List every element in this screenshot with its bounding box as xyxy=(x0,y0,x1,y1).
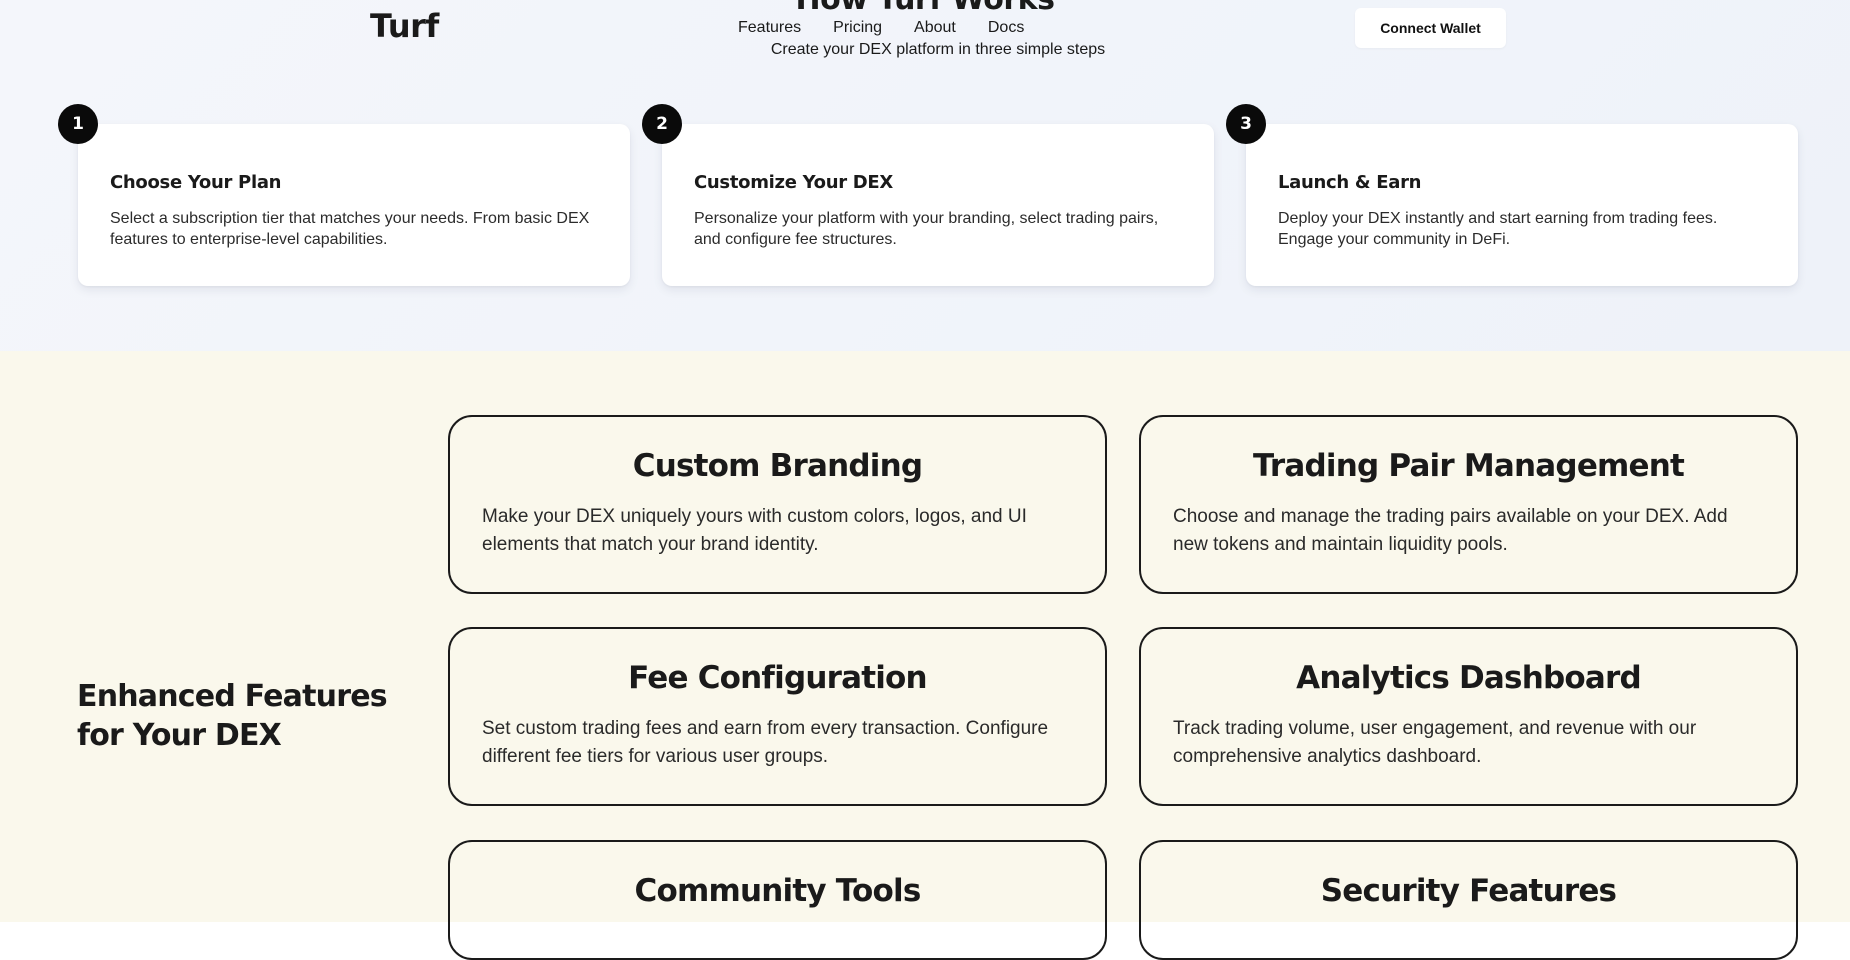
feature-card-custom-branding: Custom Branding Make your DEX uniquely y… xyxy=(448,415,1107,594)
feature-title: Fee Configuration xyxy=(628,660,927,696)
feature-title: Custom Branding xyxy=(632,448,923,484)
step-description: Select a subscription tier that matches … xyxy=(110,210,590,248)
feature-description: Choose and manage the trading pairs avai… xyxy=(1173,506,1728,555)
main-nav: Features Pricing About Docs xyxy=(738,18,1056,38)
step-description: Personalize your platform with your bran… xyxy=(694,210,1159,248)
step-description: Deploy your DEX instantly and start earn… xyxy=(1278,210,1718,248)
connect-wallet-button[interactable]: Connect Wallet xyxy=(1355,8,1506,48)
feature-description: Make your DEX uniquely yours with custom… xyxy=(482,506,1027,555)
features-heading: Enhanced Features for Your DEX xyxy=(77,679,388,753)
nav-about[interactable]: About xyxy=(914,18,956,38)
step-number-badge: 2 xyxy=(642,104,682,144)
step-number-badge: 3 xyxy=(1226,104,1266,144)
step-number-badge: 1 xyxy=(58,104,98,144)
feature-card-trading-pairs: Trading Pair Management Choose and manag… xyxy=(1139,415,1798,594)
feature-title: Security Features xyxy=(1320,873,1617,909)
feature-title: Trading Pair Management xyxy=(1252,448,1685,484)
section-subtitle: Create your DEX platform in three simple… xyxy=(770,41,1106,58)
step-title: Launch & Earn xyxy=(1278,172,1422,193)
feature-title: Analytics Dashboard xyxy=(1296,660,1642,696)
nav-docs[interactable]: Docs xyxy=(988,18,1024,38)
step-card-1: Choose Your Plan Select a subscription t… xyxy=(78,124,630,286)
step-title: Customize Your DEX xyxy=(694,172,894,193)
feature-title: Community Tools xyxy=(634,873,922,909)
step-card-3: Launch & Earn Deploy your DEX instantly … xyxy=(1246,124,1798,286)
section-title: How Turf Works xyxy=(0,0,1850,18)
nav-pricing[interactable]: Pricing xyxy=(833,18,882,38)
feature-card-community-tools: Community Tools xyxy=(448,840,1107,960)
step-card-2: Customize Your DEX Personalize your plat… xyxy=(662,124,1214,286)
feature-card-analytics: Analytics Dashboard Track trading volume… xyxy=(1139,627,1798,806)
feature-description: Set custom trading fees and earn from ev… xyxy=(482,718,1049,767)
feature-card-security: Security Features xyxy=(1139,840,1798,960)
feature-description: Track trading volume, user engagement, a… xyxy=(1173,718,1697,767)
nav-features[interactable]: Features xyxy=(738,18,801,38)
feature-card-fee-configuration: Fee Configuration Set custom trading fee… xyxy=(448,627,1107,806)
step-title: Choose Your Plan xyxy=(110,172,282,193)
